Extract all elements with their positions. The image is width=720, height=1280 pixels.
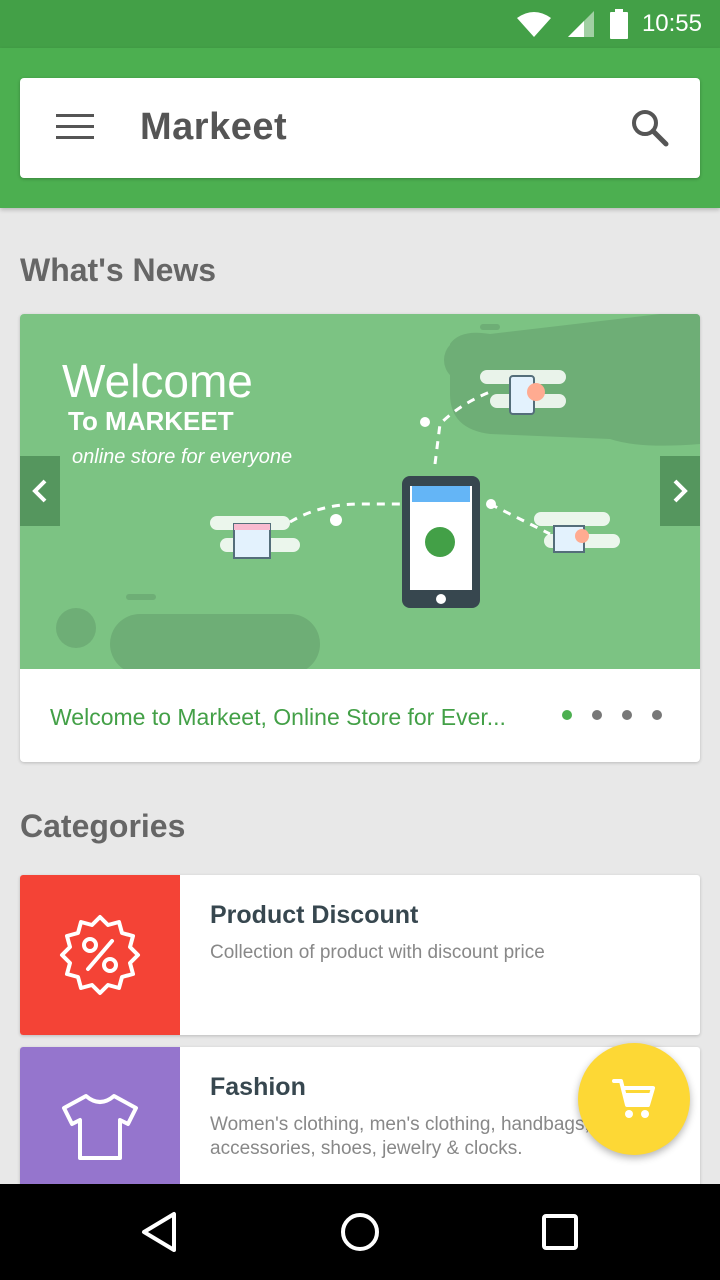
search-icon[interactable] — [630, 108, 670, 148]
status-bar: 10:55 — [0, 0, 720, 48]
back-icon[interactable] — [136, 1208, 184, 1256]
recents-icon[interactable] — [536, 1208, 584, 1256]
slide-dot[interactable] — [622, 710, 632, 720]
banner-tagline: online store for everyone — [72, 446, 293, 468]
news-heading: What's News — [20, 252, 217, 288]
home-icon[interactable] — [336, 1208, 384, 1256]
banner-brand-text: To MARKEET — [68, 406, 234, 436]
cart-icon — [612, 1079, 655, 1118]
chevron-right-icon — [673, 479, 688, 503]
banner-image[interactable]: Welcome To MARKEET online store for ever… — [20, 314, 700, 669]
battery-icon — [609, 9, 628, 39]
news-banner-card[interactable]: Welcome To MARKEET online store for ever… — [20, 314, 700, 762]
tshirt-icon — [62, 1094, 138, 1160]
app-title: Markeet — [140, 106, 288, 148]
status-icons: 10:55 — [516, 0, 702, 48]
category-icon-box — [20, 875, 180, 1035]
banner-prev-button[interactable] — [20, 456, 60, 526]
discount-badge-icon — [60, 915, 140, 995]
slide-dot[interactable] — [652, 710, 662, 720]
wifi-icon — [516, 12, 551, 37]
chevron-left-icon — [32, 479, 47, 503]
status-time: 10:55 — [641, 10, 702, 37]
search-bar[interactable]: Markeet — [20, 78, 700, 178]
hamburger-menu-icon[interactable] — [56, 114, 96, 142]
category-icon-box — [20, 1047, 180, 1207]
category-title: Fashion — [210, 1073, 306, 1101]
cart-fab-button[interactable] — [578, 1043, 690, 1155]
category-description: Collection of product with discount pric… — [210, 942, 545, 963]
system-nav-bar — [0, 1184, 720, 1280]
banner-next-button[interactable] — [660, 456, 700, 526]
slide-dot-active[interactable] — [562, 710, 572, 720]
category-title: Product Discount — [210, 901, 419, 929]
app-bar: Markeet — [0, 48, 720, 208]
banner-caption[interactable]: Welcome to Markeet, Online Store for Eve… — [50, 704, 506, 731]
cell-signal-icon — [567, 11, 594, 37]
category-card-product-discount[interactable]: Product Discount Collection of product w… — [20, 875, 700, 1035]
categories-heading: Categories — [20, 808, 186, 844]
slide-indicator — [562, 710, 662, 720]
slide-dot[interactable] — [592, 710, 602, 720]
banner-welcome-text: Welcome — [62, 355, 253, 407]
